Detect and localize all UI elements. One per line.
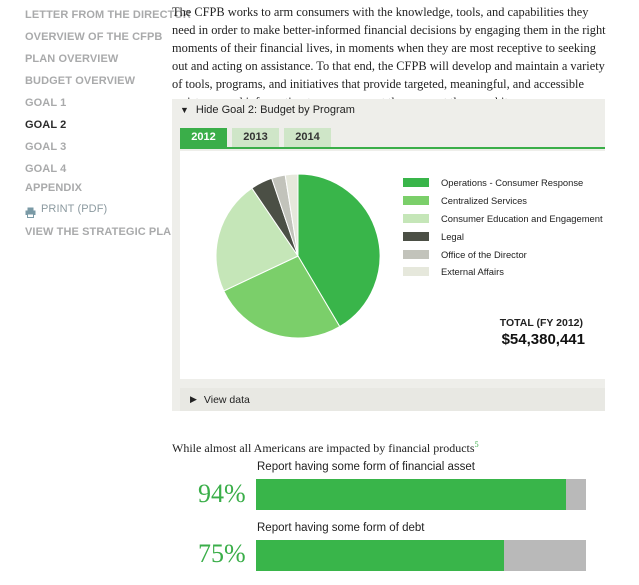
view-data-label: View data	[203, 393, 250, 406]
stat-percent-debt: 75%	[198, 539, 246, 568]
footnote-link[interactable]: 5	[475, 440, 479, 449]
tab-2014[interactable]: 2014	[284, 128, 331, 147]
printer-icon	[25, 204, 36, 218]
sidebar-item-appendix[interactable]: APPENDIX	[25, 180, 175, 197]
legend-item: Office of the Director	[403, 245, 603, 263]
toggle-label: Hide Goal 2: Budget by Program	[195, 104, 355, 116]
legend-label: Legal	[441, 230, 464, 242]
sidebar-item-goal-3[interactable]: GOAL 3	[25, 136, 175, 158]
budget-panel: ▼ Hide Goal 2: Budget by Program 2012 20…	[172, 99, 605, 411]
legend-item: Consumer Education and Engagement	[403, 210, 603, 228]
legend-item: Centralized Services	[403, 192, 603, 210]
stat-label-asset: Report having some form of financial ass…	[257, 461, 475, 473]
stat-percent-asset: 94%	[198, 479, 246, 508]
sidebar-item-print-pdf[interactable]: PRINT (PDF)	[25, 197, 175, 221]
sidebar-item-goal-1[interactable]: GOAL 1	[25, 92, 175, 114]
legend-label: Centralized Services	[441, 195, 527, 207]
total-value: $54,380,441	[501, 331, 585, 348]
legend-item: Operations - Consumer Response	[403, 174, 603, 192]
stat-bar-asset	[256, 479, 586, 510]
stats-lead: While almost all Americans are impacted …	[172, 440, 479, 456]
tab-2012[interactable]: 2012	[180, 128, 227, 147]
legend-swatch	[403, 231, 429, 241]
sidebar-item-goal-4[interactable]: GOAL 4	[25, 158, 175, 180]
stat-bar-debt	[256, 540, 586, 571]
stats-lead-text: While almost all Americans are impacted …	[172, 441, 475, 455]
sidebar-item-budget-overview[interactable]: BUDGET OVERVIEW	[25, 70, 175, 92]
legend-label: Consumer Education and Engagement	[441, 212, 603, 224]
tab-underline	[180, 147, 605, 149]
pie-chart	[215, 173, 381, 339]
legend-label: Office of the Director	[441, 248, 527, 260]
stat-bar-fill-asset	[256, 479, 567, 510]
stat-label-debt: Report having some form of debt	[257, 522, 425, 534]
chart-legend: Operations - Consumer Response Centralize…	[403, 174, 603, 281]
year-tabs: 2012 2013 2014	[180, 128, 331, 147]
legend-label: External Affairs	[441, 266, 504, 278]
legend-label: Operations - Consumer Response	[441, 177, 584, 189]
sidebar-item-goal-2[interactable]: GOAL 2	[25, 114, 175, 136]
legend-swatch	[403, 178, 429, 188]
intro-paragraph: The CFPB works to arm consumers with the…	[172, 5, 606, 109]
triangle-down-icon: ▼	[180, 105, 189, 115]
budget-chart: Operations - Consumer Response Centralize…	[180, 151, 605, 379]
sidebar-item-overview-cfpb[interactable]: OVERVIEW OF THE CFPB	[25, 26, 175, 48]
stat-bar-fill-debt	[256, 540, 504, 571]
legend-swatch	[403, 213, 429, 223]
tab-2013[interactable]: 2013	[232, 128, 279, 147]
legend-item: External Affairs	[403, 263, 603, 281]
sidebar-item-plan-overview[interactable]: PLAN OVERVIEW	[25, 48, 175, 70]
sidebar-item-letter-from-director[interactable]: LETTER FROM THE DIRECTOR	[25, 4, 191, 26]
legend-swatch	[403, 267, 429, 277]
view-data-toggle[interactable]: ▶ View data	[180, 388, 605, 411]
triangle-right-icon: ▶	[190, 394, 197, 404]
sidebar-item-view-strategic-plan[interactable]: VIEW THE STRATEGIC PLAN	[25, 221, 179, 243]
sidebar-nav: LETTER FROM THE DIRECTOR OVERVIEW OF THE…	[25, 4, 191, 243]
legend-swatch	[403, 249, 429, 259]
total-label: TOTAL (FY 2012)	[499, 317, 583, 329]
legend-item: Legal	[403, 227, 603, 245]
print-label: PRINT (PDF)	[41, 203, 108, 215]
hide-goal-toggle[interactable]: ▼ Hide Goal 2: Budget by Program	[172, 99, 605, 121]
legend-swatch	[403, 196, 429, 206]
